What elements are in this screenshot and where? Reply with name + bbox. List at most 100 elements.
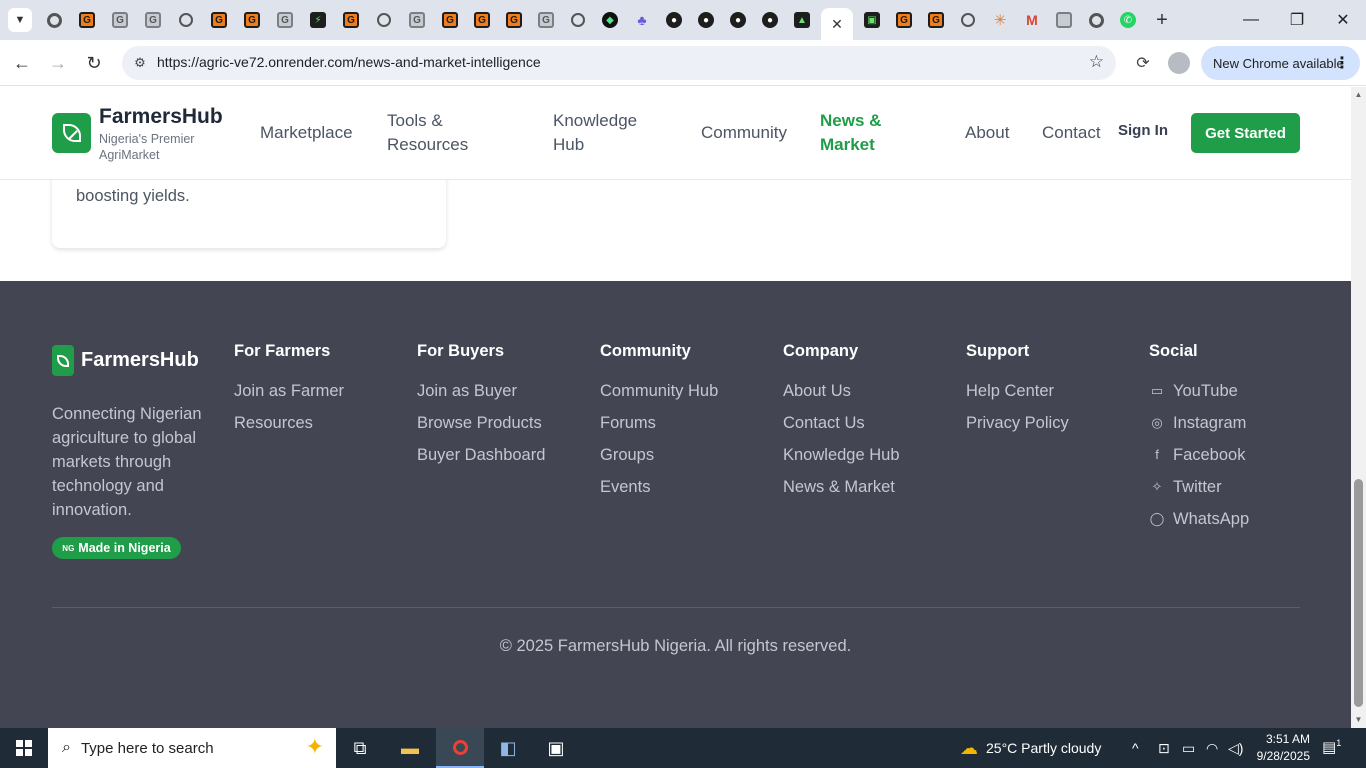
close-icon[interactable]: ✕	[831, 16, 843, 33]
tab[interactable]: G	[434, 8, 466, 32]
start-button[interactable]	[0, 728, 48, 768]
tab[interactable]: G	[137, 8, 169, 32]
nav-news-market[interactable]: News & Market	[820, 109, 900, 157]
tab[interactable]: ✆	[1112, 8, 1144, 32]
tab-search-button[interactable]: ▼	[8, 8, 32, 32]
maximize-button[interactable]: ❐	[1274, 0, 1320, 40]
footer-link[interactable]: Knowledge Hub	[783, 446, 900, 478]
back-button[interactable]: ←	[10, 51, 34, 75]
scroll-down-icon[interactable]: ▼	[1354, 715, 1363, 724]
app-taskbar-button[interactable]: ◧	[484, 728, 532, 768]
tab[interactable]: G	[236, 8, 268, 32]
tab[interactable]: ●	[754, 8, 786, 32]
reload-button[interactable]: ↻	[82, 51, 106, 75]
tab[interactable]: G	[498, 8, 530, 32]
site-info-icon[interactable]: ⚙	[130, 53, 150, 73]
star-icon[interactable]: ☆	[1089, 52, 1104, 72]
nav-knowledge-hub[interactable]: Knowledge Hub	[553, 109, 653, 157]
footer-link[interactable]: Privacy Policy	[966, 414, 1069, 446]
forward-button[interactable]: →	[46, 51, 70, 75]
clock[interactable]: 3:51 AM 9/28/2025	[1248, 731, 1310, 765]
tab[interactable]	[38, 8, 70, 32]
scroll-thumb[interactable]	[1354, 479, 1363, 707]
profile-button[interactable]	[1167, 51, 1191, 75]
tab[interactable]: G	[401, 8, 433, 32]
weather-widget[interactable]: ☁ 25°C Partly cloudy	[960, 728, 1101, 768]
footer-link[interactable]: Community Hub	[600, 382, 718, 414]
update-chrome-button[interactable]: New Chrome available ⋮	[1201, 46, 1360, 80]
tab[interactable]: G	[71, 8, 103, 32]
footer-link[interactable]: Browse Products	[417, 414, 545, 446]
minimize-button[interactable]: —	[1228, 0, 1274, 40]
tab[interactable]: ✳	[984, 8, 1016, 32]
file-explorer-button[interactable]: ▬	[386, 728, 434, 768]
tab[interactable]	[368, 8, 400, 32]
footer-link[interactable]: Contact Us	[783, 414, 900, 446]
task-view-button[interactable]: ⧉	[336, 728, 384, 768]
nav-marketplace[interactable]: Marketplace	[260, 121, 353, 145]
social-link-instagram[interactable]: ◎ Instagram	[1149, 414, 1249, 446]
close-window-button[interactable]: ✕	[1320, 0, 1366, 40]
footer-link[interactable]: Buyer Dashboard	[417, 446, 545, 478]
footer-link[interactable]: Groups	[600, 446, 718, 478]
sign-in-link[interactable]: Sign In	[1118, 122, 1168, 139]
more-vert-icon[interactable]: ⋮	[1334, 53, 1350, 73]
social-link-facebook[interactable]: f Facebook	[1149, 446, 1249, 478]
brand-name[interactable]: FarmersHub	[99, 105, 223, 129]
nav-tools-resources[interactable]: Tools & Resources	[387, 109, 487, 157]
footer-link[interactable]: Forums	[600, 414, 718, 446]
scroll-up-icon[interactable]: ▲	[1354, 90, 1363, 99]
page-scrollbar[interactable]: ▲ ▼	[1351, 87, 1366, 728]
taskbar-search[interactable]: ⌕ Type here to search ✦	[48, 728, 336, 768]
get-started-button[interactable]: Get Started	[1191, 113, 1300, 153]
tab[interactable]: ●	[658, 8, 690, 32]
tab[interactable]: M	[1016, 8, 1048, 32]
tab[interactable]	[952, 8, 984, 32]
footer-link[interactable]: News & Market	[783, 478, 900, 510]
tab[interactable]: G	[104, 8, 136, 32]
footer-link[interactable]: Join as Farmer	[234, 382, 344, 414]
notifications-button[interactable]: ▤1	[1322, 738, 1346, 758]
nav-community[interactable]: Community	[701, 121, 787, 145]
tab[interactable]: G	[203, 8, 235, 32]
footer-link[interactable]: About Us	[783, 382, 900, 414]
logo[interactable]	[52, 113, 91, 153]
show-hidden-icons[interactable]: ^	[1132, 728, 1139, 768]
new-tab-button[interactable]: +	[1150, 8, 1174, 32]
extension-icon[interactable]: ⟳	[1131, 51, 1155, 75]
tab[interactable]: G	[335, 8, 367, 32]
tab[interactable]	[170, 8, 202, 32]
terminal-taskbar-button[interactable]: ▣	[532, 728, 580, 768]
tab[interactable]: G	[269, 8, 301, 32]
footer-link[interactable]: Join as Buyer	[417, 382, 545, 414]
social-link-whatsapp[interactable]: ◯ WhatsApp	[1149, 510, 1249, 542]
tab[interactable]	[1080, 8, 1112, 32]
volume-icon[interactable]: ◁)	[1228, 728, 1243, 768]
tab[interactable]	[1048, 8, 1080, 32]
wifi-icon[interactable]: ◠	[1206, 728, 1218, 768]
tab[interactable]	[562, 8, 594, 32]
tab[interactable]: G	[530, 8, 562, 32]
meet-now-icon[interactable]: ⊡	[1158, 728, 1170, 768]
chrome-taskbar-button[interactable]	[436, 728, 484, 768]
nav-about[interactable]: About	[965, 121, 1009, 145]
tab[interactable]: ◆	[594, 8, 626, 32]
tab[interactable]: ▲	[786, 8, 818, 32]
url-text[interactable]: https://agric-ve72.onrender.com/news-and…	[157, 54, 541, 70]
address-bar[interactable]: ⚙ https://agric-ve72.onrender.com/news-a…	[122, 46, 1116, 80]
footer-link[interactable]: Events	[600, 478, 718, 510]
social-link-youtube[interactable]: ▭ YouTube	[1149, 382, 1249, 414]
battery-icon[interactable]: ▭	[1182, 728, 1195, 768]
nav-contact[interactable]: Contact	[1042, 121, 1101, 145]
tab[interactable]: ♣	[626, 8, 658, 32]
tab[interactable]: G	[466, 8, 498, 32]
tab[interactable]: G	[888, 8, 920, 32]
tab[interactable]: G	[920, 8, 952, 32]
footer-link[interactable]: Help Center	[966, 382, 1069, 414]
active-tab[interactable]: ✕	[821, 8, 853, 40]
tab[interactable]: ⚡	[302, 8, 334, 32]
tab[interactable]: ●	[690, 8, 722, 32]
tab[interactable]: ▣	[856, 8, 888, 32]
social-link-twitter[interactable]: ✧ Twitter	[1149, 478, 1249, 510]
tab[interactable]: ●	[722, 8, 754, 32]
